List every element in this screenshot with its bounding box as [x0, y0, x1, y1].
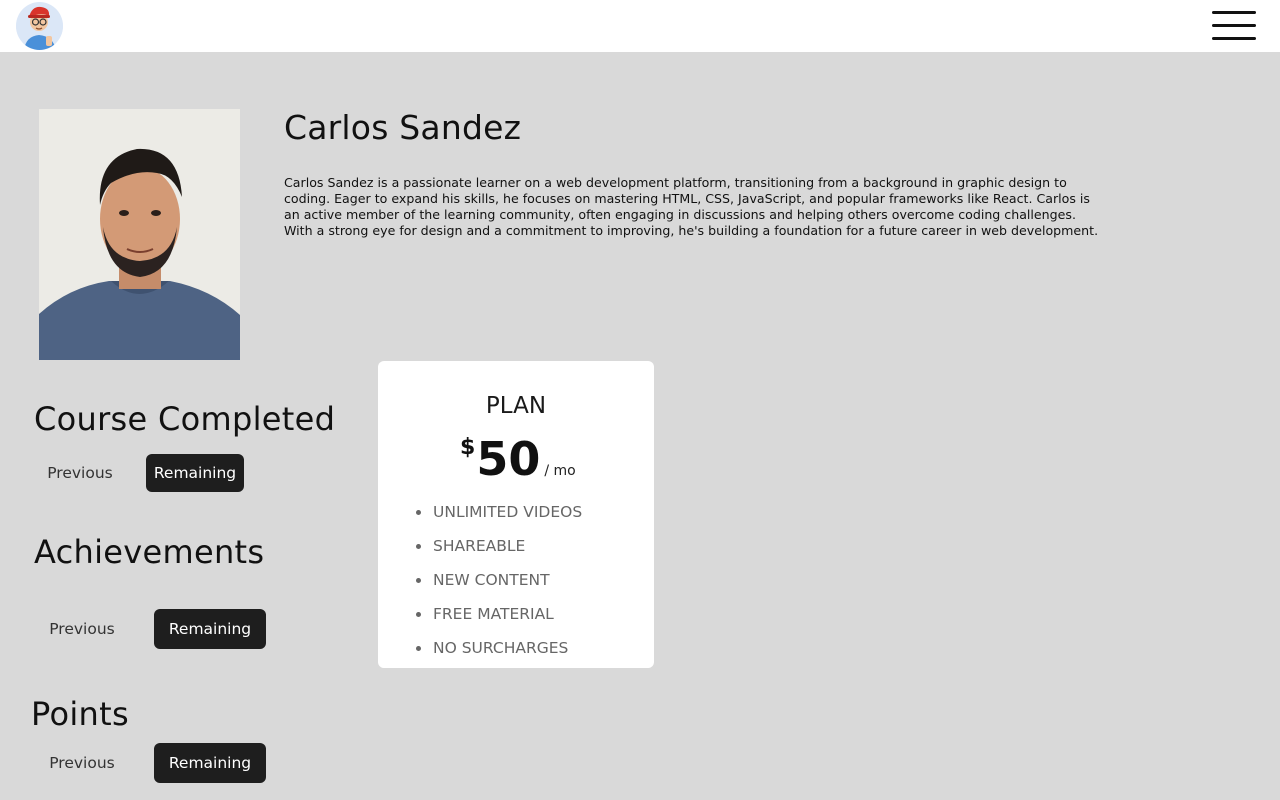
points-previous-button[interactable]: Previous — [42, 744, 122, 782]
plan-feature-item: SHAREABLE — [416, 535, 582, 569]
profile-bio: Carlos Sandez is a passionate learner on… — [284, 175, 1099, 238]
price-period: / mo — [544, 463, 576, 479]
bullet-icon — [416, 646, 421, 651]
bullet-icon — [416, 612, 421, 617]
plan-feature-label: NO SURCHARGES — [433, 639, 569, 657]
plan-feature-label: SHAREABLE — [433, 537, 526, 555]
plan-card: PLAN $ 50 / mo UNLIMITED VIDEOS SHAREABL… — [378, 361, 654, 668]
profile-photo — [39, 109, 240, 360]
course-completed-title: Course Completed — [34, 400, 336, 438]
price-amount: 50 — [476, 432, 541, 486]
achievements-previous-button[interactable]: Previous — [42, 610, 122, 648]
points-title: Points — [31, 695, 129, 733]
price-currency: $ — [460, 435, 476, 460]
plan-feature-label: NEW CONTENT — [433, 571, 550, 589]
course-remaining-button[interactable]: Remaining — [146, 454, 244, 492]
logo-avatar-icon[interactable] — [16, 2, 63, 50]
plan-price: $ 50 / mo — [460, 433, 620, 485]
plan-feature-item: NO SURCHARGES — [416, 637, 582, 671]
bullet-icon — [416, 510, 421, 515]
profile-name: Carlos Sandez — [284, 108, 522, 147]
achievements-title: Achievements — [34, 533, 265, 571]
bullet-icon — [416, 578, 421, 583]
hamburger-menu-icon[interactable] — [1208, 8, 1260, 44]
plan-feature-item: UNLIMITED VIDEOS — [416, 501, 582, 535]
plan-feature-item: NEW CONTENT — [416, 569, 582, 603]
points-remaining-button[interactable]: Remaining — [154, 743, 266, 783]
plan-title: PLAN — [485, 393, 547, 419]
bullet-icon — [416, 544, 421, 549]
plan-feature-label: FREE MATERIAL — [433, 605, 554, 623]
achievements-remaining-button[interactable]: Remaining — [154, 609, 266, 649]
plan-feature-item: FREE MATERIAL — [416, 603, 582, 637]
course-previous-button[interactable]: Previous — [40, 454, 120, 492]
plan-feature-label: UNLIMITED VIDEOS — [433, 503, 583, 521]
plan-features-list: UNLIMITED VIDEOS SHAREABLE NEW CONTENT F… — [416, 501, 582, 671]
top-bar — [0, 0, 1280, 52]
